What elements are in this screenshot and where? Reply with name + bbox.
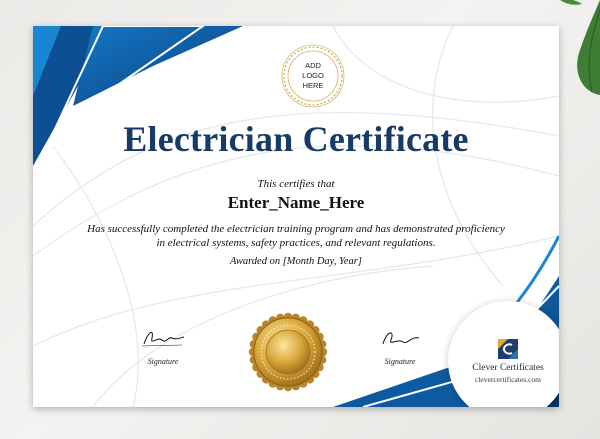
certifies-text: This certifies that bbox=[257, 178, 335, 190]
description-line-2: in electrical systems, safety practices,… bbox=[156, 237, 436, 249]
gold-seal-icon bbox=[248, 312, 328, 392]
brand-name: Clever Certificates bbox=[472, 362, 544, 373]
signature-scribble-icon bbox=[382, 332, 420, 345]
recipient-name: Enter_Name_Here bbox=[227, 193, 365, 212]
signature-block-left: Signature bbox=[133, 326, 193, 366]
description-line-1: Has successfully completed the electrici… bbox=[87, 223, 505, 235]
signature-scribble-icon bbox=[141, 331, 185, 347]
award-date: Awarded on [Month Day, Year] bbox=[230, 256, 362, 267]
certificate-title: Electrician Certificate bbox=[123, 119, 469, 159]
laurel-wreath-icon bbox=[281, 44, 345, 108]
signature-label-right: Signature bbox=[384, 357, 416, 366]
logo-placeholder: ADD LOGO HERE bbox=[281, 44, 345, 108]
certificate-card: ADD LOGO HERE Electrician Certificate Th… bbox=[33, 26, 559, 407]
description: Has successfully completed the electrici… bbox=[33, 222, 559, 250]
signature-label-left: Signature bbox=[147, 357, 179, 366]
clever-certificates-logo-icon bbox=[498, 338, 518, 359]
signature-block-right: Signature bbox=[370, 326, 430, 366]
brand-url: clevercertificates.com bbox=[475, 374, 541, 384]
